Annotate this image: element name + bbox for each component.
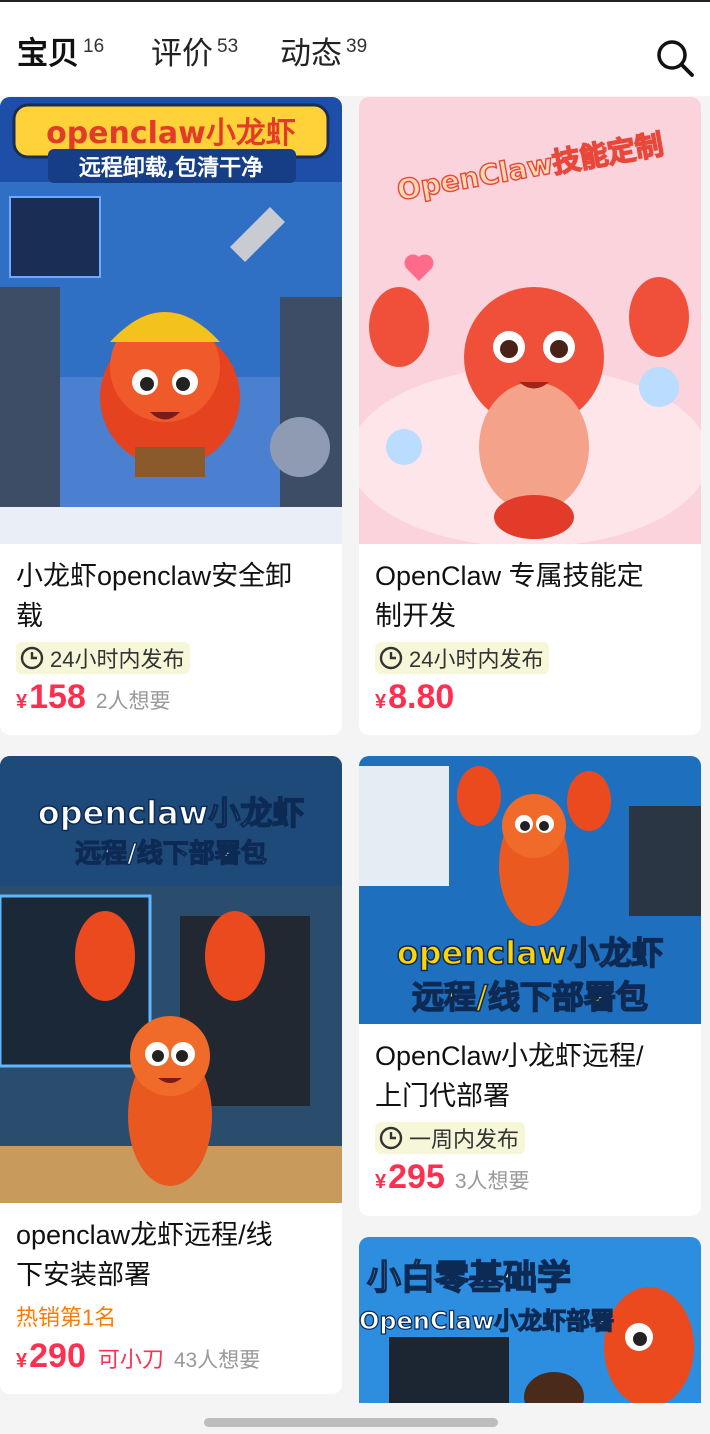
image-subline: 远程/线下部署包 bbox=[75, 838, 267, 869]
image-headline: openclaw小龙虾 bbox=[38, 794, 304, 832]
image-subline: 远程卸载,包清干净 bbox=[79, 155, 263, 181]
product-card[interactable]: 小白零基础学 OpenClaw小龙虾部署 bbox=[359, 1237, 701, 1403]
search-icon[interactable] bbox=[655, 38, 695, 78]
product-image: 小白零基础学 OpenClaw小龙虾部署 bbox=[359, 1237, 701, 1403]
tab-activity-count: 39 bbox=[346, 36, 368, 57]
price-row: ¥ 290 可小刀 43人想要 bbox=[16, 1337, 261, 1375]
product-title: OpenClaw小龙虾远程/ 上门代部署 bbox=[375, 1041, 644, 1111]
price: 295 bbox=[388, 1158, 445, 1196]
image-subline: OpenClaw小龙虾部署 bbox=[359, 1307, 614, 1335]
product-image: openclaw小龙虾 远程/线下部署包 bbox=[359, 756, 701, 1024]
price-row: ¥ 8.80 bbox=[375, 678, 455, 716]
want-count: 43人想要 bbox=[173, 1349, 261, 1372]
product-title: 小龙虾openclaw安全卸 载 bbox=[16, 561, 293, 631]
price: 290 bbox=[29, 1337, 86, 1375]
tab-items[interactable]: 宝贝 16 bbox=[15, 32, 105, 76]
price: 8.80 bbox=[388, 678, 455, 716]
tab-items-label: 宝贝 bbox=[15, 32, 83, 76]
product-title: OpenClaw 专属技能定 制开发 bbox=[375, 561, 644, 631]
price-row: ¥ 295 3人想要 bbox=[375, 1158, 530, 1196]
tab-activity[interactable]: 动态 39 bbox=[280, 32, 367, 76]
top-tab-bar: 宝贝 16 评价 53 动态 39 bbox=[0, 0, 710, 96]
clock-icon bbox=[20, 646, 44, 670]
publish-time-badge: 24小时内发布 bbox=[375, 642, 550, 674]
product-card[interactable]: openclaw小龙虾 远程/线下部署包 OpenClaw小龙虾远程/ 上门代部… bbox=[359, 756, 701, 1216]
product-card[interactable]: openclaw小龙虾 远程/线下部署包 openclaw龙虾远程/线 下安装部… bbox=[0, 756, 342, 1394]
image-subline: 远程/线下部署包 bbox=[412, 978, 648, 1016]
image-headline: 小白零基础学 bbox=[367, 1258, 571, 1298]
tab-reviews-count: 53 bbox=[217, 36, 239, 57]
want-count: 3人想要 bbox=[454, 1170, 530, 1193]
want-count: 2人想要 bbox=[95, 690, 171, 713]
product-image: openclaw小龙虾 远程卸载,包清干净 bbox=[0, 97, 342, 544]
price: 158 bbox=[29, 678, 86, 716]
price-row: ¥ 158 2人想要 bbox=[16, 678, 171, 716]
publish-time-badge: 24小时内发布 bbox=[16, 642, 191, 674]
home-indicator[interactable] bbox=[204, 1418, 498, 1427]
product-image: openclaw小龙虾 远程/线下部署包 bbox=[0, 756, 342, 1203]
product-card[interactable]: openclaw小龙虾 远程卸载,包清干净 小龙虾openclaw安全卸 载 2… bbox=[0, 97, 342, 735]
product-card[interactable]: OpenClaw技能定制 OpenClaw 专属技能定 制开发 24小时内发布 … bbox=[359, 97, 701, 735]
bargain-label: 可小刀 bbox=[97, 1347, 164, 1372]
image-headline: openclaw小龙虾 bbox=[397, 934, 663, 972]
tab-activity-label: 动态 bbox=[280, 36, 342, 71]
hot-sale-badge: 热销第1名 bbox=[16, 1305, 117, 1330]
publish-time-badge: 一周内发布 bbox=[375, 1122, 526, 1154]
product-title: openclaw龙虾远程/线 下安装部署 bbox=[16, 1220, 273, 1290]
clock-icon bbox=[379, 646, 403, 670]
image-headline: openclaw小龙虾 bbox=[46, 116, 296, 151]
tab-items-count: 16 bbox=[83, 36, 105, 57]
product-image: OpenClaw技能定制 bbox=[359, 97, 701, 544]
tab-reviews-label: 评价 bbox=[151, 36, 213, 71]
clock-icon bbox=[379, 1126, 403, 1150]
tab-reviews[interactable]: 评价 53 bbox=[151, 32, 238, 76]
